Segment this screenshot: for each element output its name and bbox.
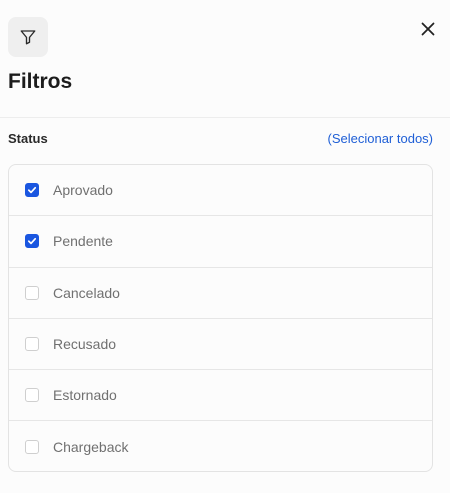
header-divider [0, 117, 450, 118]
check-icon [27, 238, 37, 245]
page-title: Filtros [8, 70, 73, 93]
close-icon [421, 22, 435, 36]
select-all-link[interactable]: (Selecionar todos) [328, 131, 434, 147]
status-option-label: Pendente [53, 233, 113, 250]
status-section-label: Status [8, 131, 48, 146]
status-option-aprovado[interactable]: Aprovado [9, 165, 432, 217]
status-checkbox[interactable] [25, 440, 39, 455]
status-option-estornado[interactable]: Estornado [9, 370, 432, 422]
status-option-label: Cancelado [53, 284, 120, 301]
status-checkbox[interactable] [25, 388, 39, 403]
status-option-label: Aprovado [53, 182, 113, 199]
check-icon [27, 187, 37, 194]
status-option-cancelado[interactable]: Cancelado [9, 268, 432, 319]
status-option-chargeback[interactable]: Chargeback [9, 421, 432, 471]
status-checkbox[interactable] [25, 285, 39, 300]
status-option-label: Recusado [53, 336, 117, 353]
status-option-pendente[interactable]: Pendente [9, 216, 432, 268]
filters-panel: Filtros Status (Selecionar todos) Aprova… [0, 0, 450, 493]
status-checkbox[interactable] [25, 234, 39, 249]
filter-icon [8, 17, 48, 57]
status-option-label: Chargeback [53, 439, 129, 456]
status-options-list: Aprovado Pendente Cancelado Recusado Estorna… [8, 164, 433, 472]
status-checkbox[interactable] [25, 337, 39, 352]
close-button[interactable] [416, 17, 440, 41]
status-option-label: Estornado [53, 387, 117, 404]
status-checkbox[interactable] [25, 183, 39, 198]
status-option-recusado[interactable]: Recusado [9, 319, 432, 371]
